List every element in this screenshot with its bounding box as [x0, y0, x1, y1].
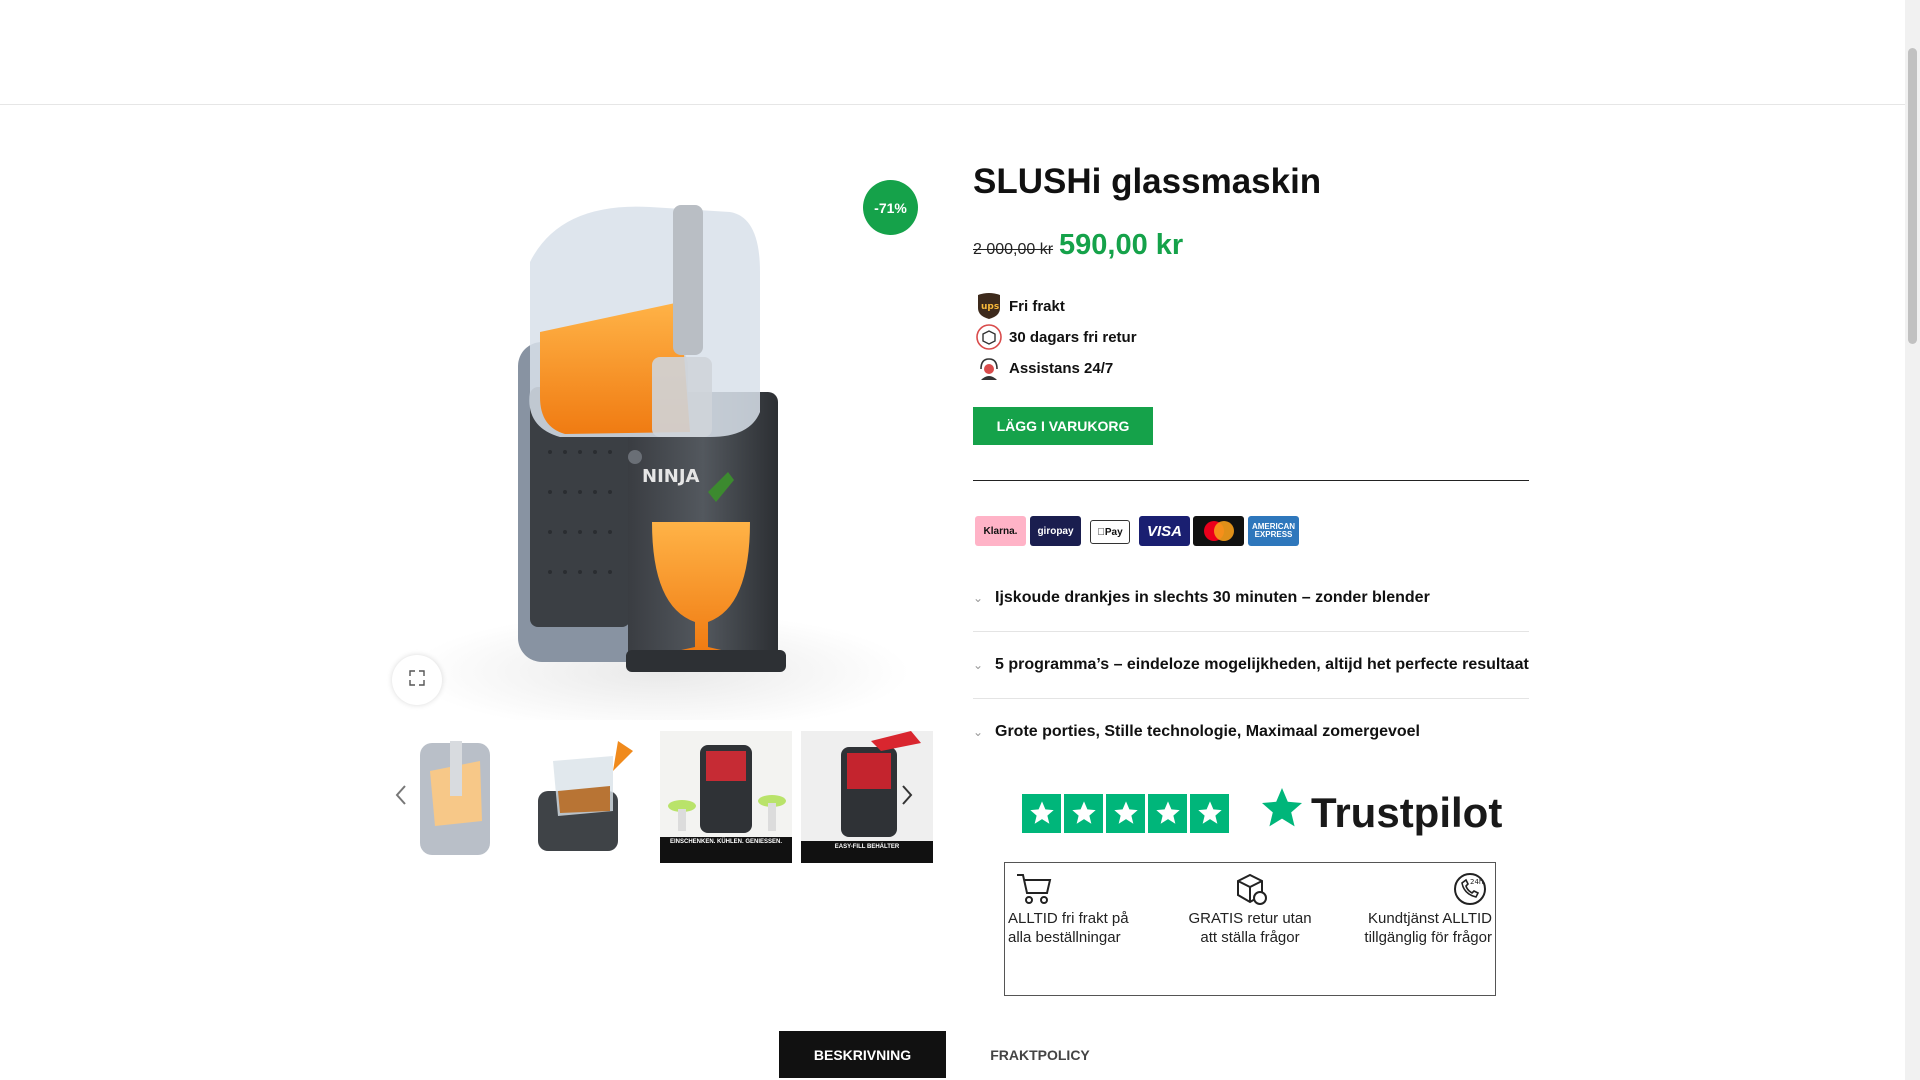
product-title: SLUSHi glassmaskin — [973, 162, 1322, 201]
usp-text: Kundtjänst ALLTID tillgänglig för frågor — [1364, 910, 1492, 946]
phone-24h-icon: 24h — [1352, 869, 1492, 909]
visa-logo: VISA — [1139, 516, 1190, 546]
trustpilot-rating: Trustpilot — [1022, 784, 1502, 842]
star-icon — [1190, 793, 1229, 833]
svg-text:ups: ups — [981, 302, 999, 312]
accordion-title: 5 programma’s – eindeloze mogelijkheden,… — [995, 656, 1529, 673]
star-icon — [1148, 793, 1187, 833]
page-scrollbar[interactable] — [1905, 0, 1920, 1080]
klarna-logo: Klarna. — [975, 516, 1026, 546]
chevron-down-icon: ⌄ — [973, 658, 984, 672]
star-icon — [1022, 793, 1061, 833]
divider — [973, 480, 1529, 481]
svg-text:24h: 24h — [1470, 878, 1483, 886]
site-header — [0, 0, 1905, 105]
mastercard-logo — [1193, 516, 1244, 546]
sale-price: 590,00 kr — [1059, 229, 1184, 261]
tab-description[interactable]: BESKRIVNING — [779, 1031, 946, 1078]
return-package-icon — [1180, 869, 1320, 909]
trustpilot-star-icon — [1257, 784, 1307, 842]
trustpilot-logo: Trustpilot — [1257, 784, 1502, 842]
expand-icon — [409, 669, 425, 691]
thumbnail-3[interactable]: EINSCHENKEN. KÜHLEN. GENIESSEN. — [660, 731, 792, 863]
chevron-right-icon — [901, 784, 913, 811]
perk-label: Assistans 24/7 — [1009, 359, 1114, 377]
perk-label: 30 dagars fri retur — [1009, 328, 1137, 346]
apple-icon:  — [1097, 527, 1105, 538]
add-to-cart-button[interactable]: LÄGG I VARUKORG — [973, 407, 1153, 445]
american-express-logo: AMERICAN EXPRESS — [1248, 516, 1299, 546]
star-icon — [1106, 793, 1145, 833]
support-agent-icon — [975, 354, 1003, 382]
usp-text: ALLTID fri frakt på alla beställningar — [1008, 910, 1129, 946]
zoom-button[interactable] — [392, 655, 442, 705]
accordion-title: Grote porties, Stille technologie, Maxim… — [995, 723, 1420, 740]
thumbnail-2[interactable] — [518, 731, 650, 863]
discount-badge: -71% — [863, 180, 918, 235]
apple-pay-logo: Pay — [1090, 520, 1130, 544]
usp-free-shipping: ALLTID fri frakt på alla beställningar — [1008, 869, 1148, 947]
giropay-logo: giropay — [1030, 516, 1081, 546]
thumbnail-next-button[interactable] — [892, 774, 922, 820]
tab-shipping-policy[interactable]: FRAKTPOLICY — [970, 1031, 1110, 1078]
thumbnail-1[interactable] — [390, 731, 522, 863]
cart-icon — [1008, 869, 1148, 909]
machine-brand-label: NINJA — [642, 466, 700, 487]
chevron-down-icon: ⌄ — [973, 725, 984, 739]
scrollbar-thumb[interactable] — [1908, 48, 1917, 344]
perk-label: Fri frakt — [1009, 297, 1065, 315]
ups-icon: ups — [975, 292, 1003, 320]
product-main-image[interactable]: NINJA — [390, 172, 930, 732]
perk-free-returns: 30 dagars fri retur — [975, 322, 1137, 352]
old-price: 2 000,00 kr — [973, 241, 1054, 258]
trustpilot-wordmark: Trustpilot — [1311, 789, 1503, 836]
perk-free-shipping: ups Fri frakt — [975, 291, 1065, 321]
accordion-item-2[interactable]: ⌄ 5 programma’s – eindeloze mogelijkhede… — [973, 632, 1529, 699]
usp-box: ALLTID fri frakt på alla beställningar G… — [1004, 862, 1496, 996]
thumbnail-4-caption: EASY-FILL BEHÄLTER — [834, 844, 900, 850]
star-icon — [1064, 793, 1103, 833]
perk-support: Assistans 24/7 — [975, 353, 1113, 383]
accordion-item-3[interactable]: ⌄ Grote porties, Stille technologie, Max… — [973, 699, 1529, 765]
thumbnail-3-caption: EINSCHENKEN. KÜHLEN. GENIESSEN. — [669, 839, 783, 845]
accordion-title: Ijskoude drankjes in slechts 30 minuten … — [995, 589, 1430, 606]
usp-free-returns: GRATIS retur utan att ställa frågor — [1180, 869, 1320, 947]
trustpilot-stars — [1022, 793, 1229, 833]
return-box-icon — [975, 323, 1003, 351]
usp-support: 24h Kundtjänst ALLTID tillgänglig för fr… — [1352, 869, 1492, 947]
chevron-down-icon: ⌄ — [973, 591, 984, 605]
usp-text: GRATIS retur utan att ställa frågor — [1188, 910, 1312, 946]
accordion-item-1[interactable]: ⌄ Ijskoude drankjes in slechts 30 minute… — [973, 565, 1529, 632]
